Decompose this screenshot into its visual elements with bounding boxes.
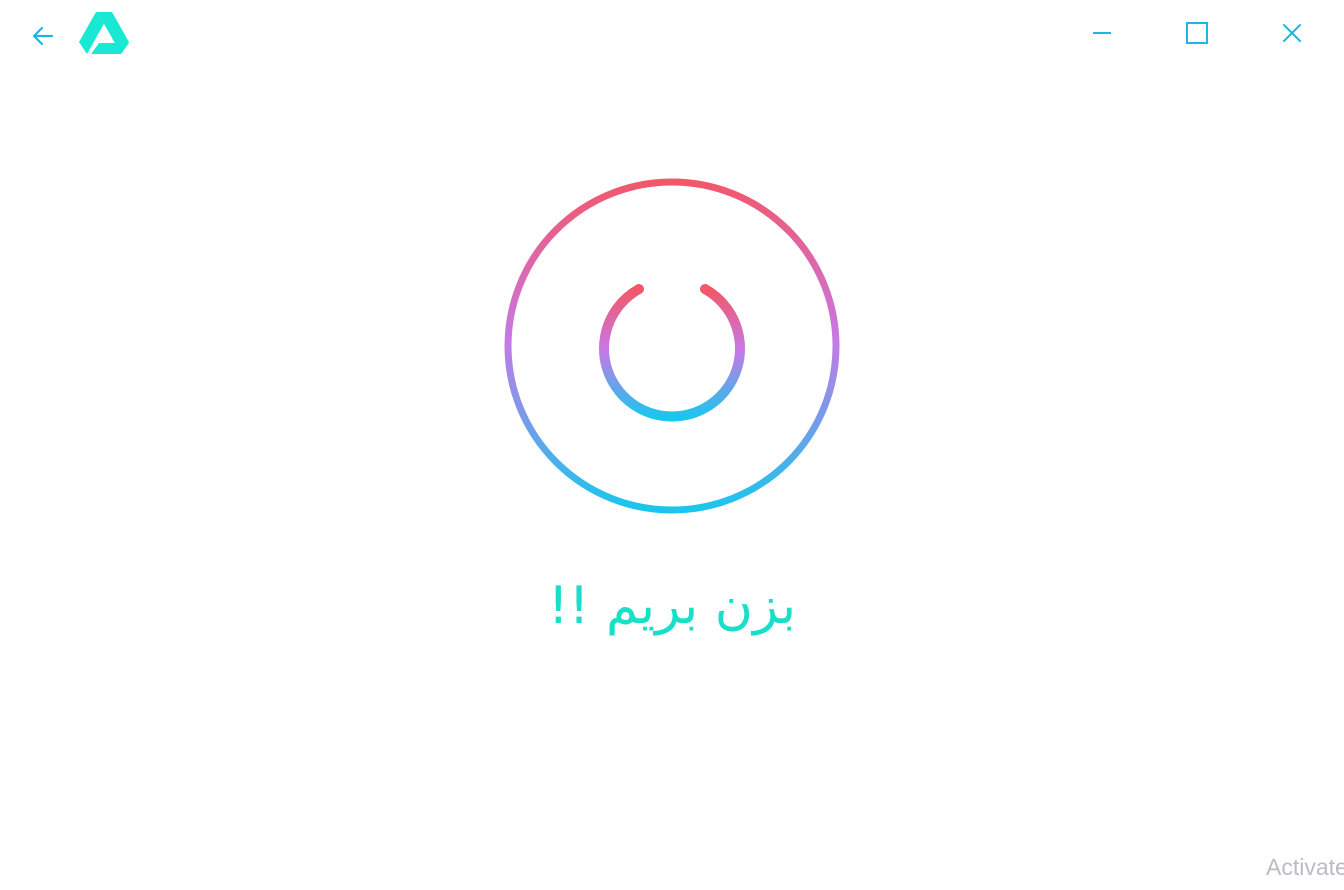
start-label[interactable]: بزن بریم !! (472, 566, 872, 646)
arrow-left-icon (32, 26, 54, 46)
maximize-button[interactable] (1177, 14, 1217, 52)
back-button[interactable] (26, 20, 60, 52)
maximize-icon (1186, 22, 1208, 44)
power-ring (504, 178, 840, 514)
power-button[interactable] (500, 174, 844, 518)
close-icon (1283, 24, 1301, 42)
minimize-button[interactable] (1082, 14, 1122, 52)
app-window: بزن بریم !! Activate (0, 0, 1344, 890)
close-button[interactable] (1272, 14, 1312, 52)
title-bar (0, 0, 1344, 70)
triangle-drive-logo-icon (79, 12, 129, 54)
activation-watermark: Activate (1266, 854, 1344, 880)
power-icon (599, 239, 745, 422)
minimize-icon (1093, 32, 1111, 34)
